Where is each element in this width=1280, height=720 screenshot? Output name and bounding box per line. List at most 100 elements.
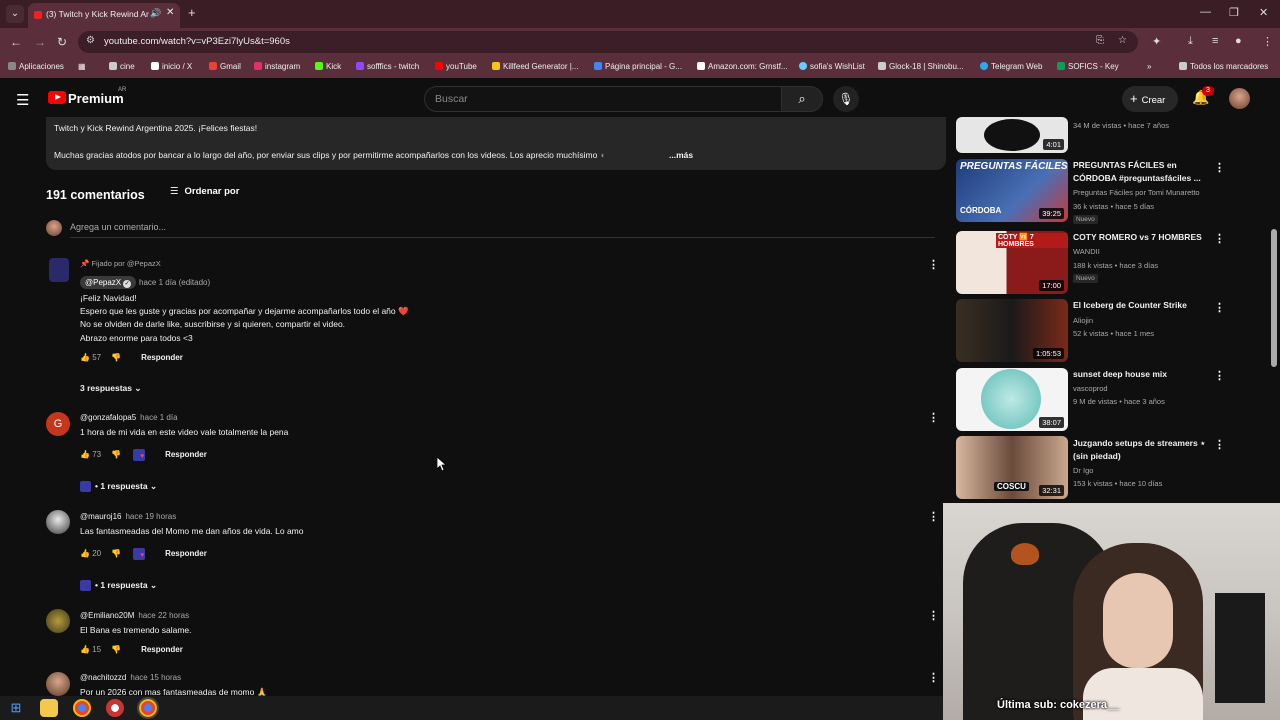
avatar[interactable] <box>49 258 69 282</box>
file-explorer-icon[interactable] <box>40 699 58 717</box>
speaker-icon[interactable]: 🔊 <box>150 8 161 19</box>
comment-time[interactable]: hace 22 horas <box>138 611 189 620</box>
channel-name[interactable]: vascoprod <box>1073 384 1108 393</box>
bookmark-item[interactable]: Killfeed Generator |... <box>492 62 578 71</box>
video-title[interactable]: Juzgando setups de streamers ⋆ (sin pied… <box>1073 437 1211 463</box>
extensions-icon[interactable]: ✦ <box>1152 35 1161 48</box>
bookmark-item[interactable]: sofffics - twitch <box>356 62 419 71</box>
like-icon[interactable]: 👍 <box>80 353 90 362</box>
like-icon[interactable]: 👍 <box>80 645 90 654</box>
bookmark-item[interactable]: youTube <box>435 62 477 71</box>
channel-name[interactable]: WANDII <box>1073 247 1100 256</box>
tab-search-chevron-icon[interactable]: ⌄ <box>6 5 24 23</box>
media-icon[interactable]: ≡ <box>1212 35 1218 47</box>
video-thumbnail[interactable]: 4:01 <box>956 117 1068 153</box>
dislike-icon[interactable]: 👎 <box>111 450 121 459</box>
avatar[interactable] <box>46 510 70 534</box>
comment-author[interactable]: @gonzafalopa5 <box>80 413 136 422</box>
minimize-icon[interactable]: — <box>1200 6 1211 18</box>
bookmark-item[interactable]: instagram <box>254 62 300 71</box>
video-title[interactable]: El Iceberg de Counter Strike <box>1073 299 1211 312</box>
url-text[interactable]: youtube.com/watch?v=vP3Ezi7lyUs&t=960s <box>104 36 290 47</box>
video-title[interactable]: COTY ROMERO vs 7 HOMBRES <box>1073 231 1211 244</box>
comment-menu-icon[interactable]: ⋮ <box>928 258 939 271</box>
comment-menu-icon[interactable]: ⋮ <box>928 609 939 622</box>
comment-author[interactable]: @mauroj16 <box>80 512 121 521</box>
chrome-active-icon[interactable] <box>137 697 159 719</box>
avatar[interactable]: G <box>46 412 70 436</box>
video-thumbnail[interactable]: COSCU 32:31 <box>956 436 1068 499</box>
comment-time[interactable]: hace 1 día (editado) <box>139 278 210 287</box>
comment-time[interactable]: hace 1 día <box>140 413 177 422</box>
dislike-icon[interactable]: 👎 <box>111 353 121 362</box>
bookmark-item[interactable]: cine <box>109 62 135 71</box>
bookmark-item[interactable]: Glock-18 | Shinobu... <box>878 62 964 71</box>
reload-icon[interactable]: ↻ <box>57 35 67 49</box>
comment-time[interactable]: hace 15 horas <box>130 673 181 682</box>
downloads-icon[interactable]: ⤓ <box>1188 35 1193 48</box>
more-bookmarks-icon[interactable]: » <box>1147 62 1151 71</box>
bookmark-star-icon[interactable]: ☆ <box>1118 35 1127 46</box>
channel-name[interactable]: Aliojin <box>1073 316 1093 325</box>
sort-button[interactable]: ☰ Ordenar por <box>170 186 239 197</box>
site-info-icon[interactable]: ⚙ <box>86 35 95 46</box>
bookmark-item[interactable]: inicio / X <box>151 62 192 71</box>
search-input[interactable]: Buscar <box>424 86 782 112</box>
youtube-logo-icon[interactable] <box>48 91 66 104</box>
bookmark-item[interactable]: sofia's WishList <box>799 62 865 71</box>
channel-name[interactable]: Preguntas Fáciles por Tomi Munaretto <box>1073 188 1200 197</box>
comment-author[interactable]: @Emiliano20M <box>80 611 134 620</box>
replies-toggle[interactable]: • 1 respuesta ⌄ <box>80 580 157 592</box>
replies-toggle[interactable]: 3 respuestas ⌄ <box>80 383 141 394</box>
new-tab-icon[interactable]: + <box>188 5 196 20</box>
show-more-link[interactable]: ...más <box>669 150 693 160</box>
like-icon[interactable]: 👍 <box>80 450 90 459</box>
hamburger-menu-icon[interactable]: ☰ <box>16 91 29 109</box>
scrollbar[interactable] <box>1271 229 1277 367</box>
voice-search-button[interactable]: 🎙 <box>833 86 859 112</box>
comment-time[interactable]: hace 19 horas <box>125 512 176 521</box>
video-thumbnail[interactable]: 1:05:53 <box>956 299 1068 362</box>
add-comment-input[interactable]: Agrega un comentario... <box>70 222 166 232</box>
video-thumbnail[interactable]: PREGUNTAS FÁCILES CÓRDOBA 39:25 <box>956 159 1068 222</box>
chrome-icon[interactable] <box>73 699 91 717</box>
reply-button[interactable]: Responder <box>141 645 183 654</box>
video-menu-icon[interactable]: ⋮ <box>1214 438 1225 451</box>
video-menu-icon[interactable]: ⋮ <box>1214 161 1225 174</box>
browser-tab-active[interactable]: (3) Twitch y Kick Rewind Ar 🔊 ✕ <box>28 3 180 28</box>
avatar[interactable] <box>46 672 70 696</box>
reply-button[interactable]: Responder <box>165 549 207 558</box>
bookmark-item[interactable]: Gmail <box>209 62 241 71</box>
avatar[interactable] <box>46 609 70 633</box>
windows-start-icon[interactable]: ⊞ <box>7 699 25 717</box>
video-thumbnail[interactable]: 38:07 <box>956 368 1068 431</box>
forward-icon[interactable]: → <box>34 35 46 49</box>
bookmark-item[interactable]: Página principal - G... <box>594 62 682 71</box>
obs-icon[interactable] <box>106 699 124 717</box>
bookmark-item[interactable]: Amazon.com: Grnstf... <box>697 62 788 71</box>
bookmark-item[interactable]: SOFICS - Key <box>1057 62 1119 71</box>
youtube-brand[interactable]: Premium <box>68 91 124 106</box>
video-title[interactable]: PREGUNTAS FÁCILES en CÓRDOBA #preguntasf… <box>1073 159 1211 185</box>
restore-icon[interactable]: ❐ <box>1229 6 1239 19</box>
video-thumbnail[interactable]: COTY 🆚 7 HOMBRES 17:00 <box>956 231 1068 294</box>
search-button[interactable]: ⌕ <box>781 86 823 112</box>
channel-name[interactable]: Dr Igo <box>1073 466 1093 475</box>
comment-author[interactable]: @nachitozzd <box>80 673 126 682</box>
video-title[interactable]: sunset deep house mix <box>1073 368 1211 381</box>
video-menu-icon[interactable]: ⋮ <box>1214 232 1225 245</box>
bookmark-item[interactable]: Kick <box>315 62 341 71</box>
reply-button[interactable]: Responder <box>141 353 183 362</box>
all-bookmarks[interactable]: Todos los marcadores <box>1179 62 1268 71</box>
bookmark-item[interactable]: Telegram Web <box>980 62 1042 71</box>
chrome-menu-icon[interactable]: ⋮ <box>1262 35 1273 48</box>
like-icon[interactable]: 👍 <box>80 549 90 558</box>
comment-menu-icon[interactable]: ⋮ <box>928 671 939 684</box>
create-button[interactable]: + Crear <box>1122 86 1178 112</box>
creator-badge[interactable]: @PepazX ✓ <box>80 276 137 289</box>
video-menu-icon[interactable]: ⋮ <box>1214 301 1225 314</box>
tab-close-icon[interactable]: ✕ <box>166 7 174 18</box>
comment-menu-icon[interactable]: ⋮ <box>928 510 939 523</box>
address-bar[interactable]: ⚙ youtube.com/watch?v=vP3Ezi7lyUs&t=960s… <box>78 31 1138 53</box>
bookmark-item[interactable]: Aplicaciones <box>8 62 64 71</box>
